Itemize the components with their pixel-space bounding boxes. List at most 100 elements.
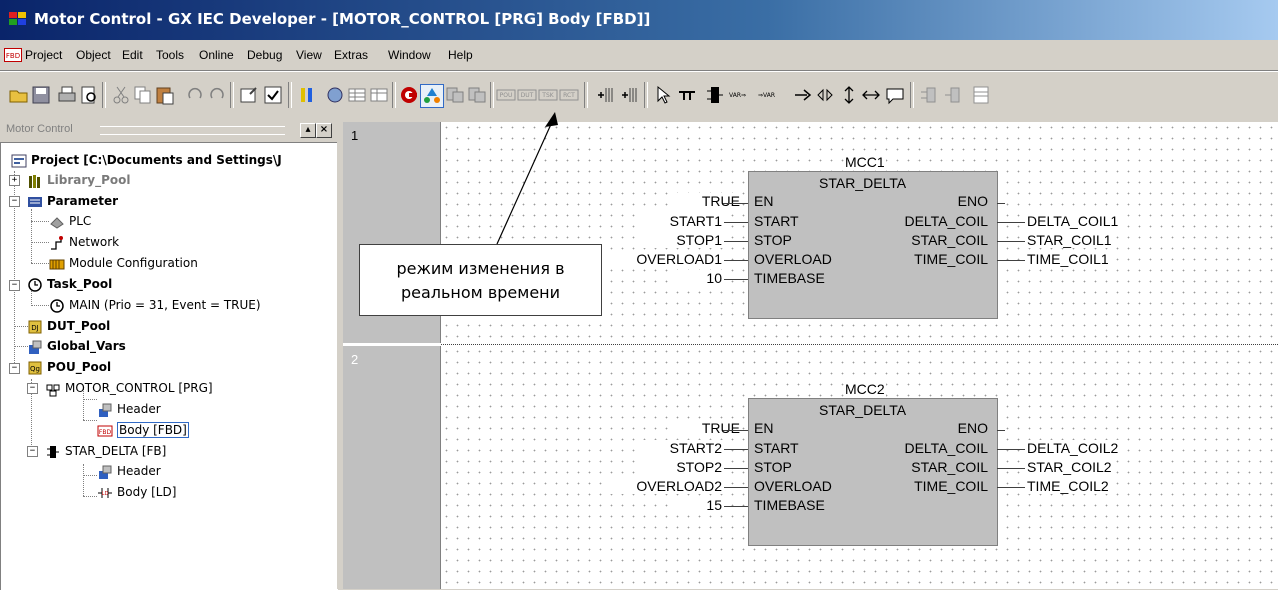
compile-icon[interactable] xyxy=(296,84,318,106)
output-pin: TIME_COIL xyxy=(914,251,988,267)
fb-instance-name[interactable]: MCC1 xyxy=(844,154,886,170)
input-variable[interactable]: START2 xyxy=(643,440,723,456)
collapse-pou-pool[interactable]: − xyxy=(9,363,20,374)
save-icon[interactable] xyxy=(30,84,52,106)
open-icon[interactable] xyxy=(8,84,30,106)
add-input-icon[interactable] xyxy=(918,84,940,106)
variable-icons[interactable]: VAR⇒ ⇒VAR xyxy=(728,84,788,106)
collapse-star-delta[interactable]: − xyxy=(27,446,38,457)
svg-text:LD: LD xyxy=(102,491,109,497)
reverse-icon[interactable] xyxy=(814,84,836,106)
input-pin: START xyxy=(754,213,799,229)
remove-input-icon[interactable] xyxy=(942,84,964,106)
input-variable[interactable]: START1 xyxy=(643,213,723,229)
undo-icon[interactable] xyxy=(184,84,206,106)
minimize-panel-button[interactable]: ▴ xyxy=(300,123,316,138)
build-icon[interactable] xyxy=(324,84,346,106)
fb-type-name: STAR_DELTA xyxy=(819,175,907,191)
window-title: Motor Control - GX IEC Developer - [MOTO… xyxy=(34,10,651,28)
output-variable[interactable]: TIME_COIL1 xyxy=(1026,251,1110,267)
horizontal-connect-icon[interactable] xyxy=(860,84,882,106)
input-variable[interactable]: STOP1 xyxy=(643,232,723,248)
ld-body-icon: LD xyxy=(98,488,112,498)
expand-library-pool[interactable]: + xyxy=(9,175,20,186)
copy-icon[interactable] xyxy=(132,84,154,106)
print-icon[interactable] xyxy=(56,84,78,106)
print-preview-icon[interactable] xyxy=(78,84,100,106)
module-icon xyxy=(49,259,65,270)
svg-text:DUT: DUT xyxy=(521,92,534,99)
paste-icon[interactable] xyxy=(154,84,176,106)
table-icon[interactable] xyxy=(346,84,368,106)
input-pin: STOP xyxy=(754,232,792,248)
menu-project[interactable]: Project xyxy=(25,48,62,62)
fbd-editor: 1 2 MCC1 STAR_DELTA TRUE EN START1 START… xyxy=(343,122,1278,589)
negate-icon[interactable] xyxy=(792,84,814,106)
input-variable[interactable]: TRUE xyxy=(673,420,741,436)
input-variable[interactable]: 15 xyxy=(673,497,723,513)
output-variable[interactable]: DELTA_COIL2 xyxy=(1026,440,1120,456)
plc-icon xyxy=(50,217,64,229)
input-variable[interactable]: 10 xyxy=(673,270,723,286)
project-icon xyxy=(11,154,27,168)
menu-view[interactable]: View xyxy=(296,48,322,62)
project-tree: Project [C:\Documents and Settings\J + L… xyxy=(0,142,338,590)
menu-debug[interactable]: Debug xyxy=(247,48,282,62)
output-variable[interactable]: TIME_COIL2 xyxy=(1026,478,1110,494)
menu-extras[interactable]: Extras xyxy=(334,48,368,62)
menu-help[interactable]: Help xyxy=(448,48,473,62)
input-pin: STOP xyxy=(754,459,792,475)
svg-text:Qg: Qg xyxy=(30,365,40,373)
output-variable[interactable]: DELTA_COIL1 xyxy=(1026,213,1120,229)
table-2-icon[interactable] xyxy=(368,84,390,106)
pou-dut-tsk-rct-icons[interactable]: POU DUT TSK RCT xyxy=(496,84,580,106)
svg-text:DJ: DJ xyxy=(31,324,38,332)
input-variable[interactable]: STOP2 xyxy=(643,459,723,475)
menu-edit[interactable]: Edit xyxy=(122,48,143,62)
cut-icon[interactable] xyxy=(110,84,132,106)
input-variable[interactable]: OVERLOAD2 xyxy=(609,478,723,494)
library-icon xyxy=(29,175,40,188)
redo-icon[interactable] xyxy=(206,84,228,106)
function-block-icon[interactable] xyxy=(704,84,726,106)
output-variable[interactable]: STAR_COIL1 xyxy=(1026,232,1113,248)
output-pin: DELTA_COIL xyxy=(904,213,988,229)
collapse-parameter[interactable]: − xyxy=(9,196,20,207)
menu-tools[interactable]: Tools xyxy=(156,48,184,62)
svg-text:RCT: RCT xyxy=(563,92,575,99)
network-gutter-2[interactable]: 2 xyxy=(343,346,441,589)
menu-window[interactable]: Window xyxy=(388,48,431,62)
comment-icon[interactable] xyxy=(884,84,906,106)
fb-instance-name[interactable]: MCC2 xyxy=(844,381,886,397)
menu-object[interactable]: Object xyxy=(76,48,111,62)
output-pin: STAR_COIL xyxy=(911,459,988,475)
input-pin: TIMEBASE xyxy=(754,497,825,513)
output-pin: TIME_COIL xyxy=(914,478,988,494)
close-panel-button[interactable]: × xyxy=(316,123,332,138)
insert-row-icon[interactable] xyxy=(594,84,616,106)
insert-column-icon[interactable] xyxy=(618,84,640,106)
online-change-icon[interactable] xyxy=(420,84,444,108)
transfer-2-icon[interactable] xyxy=(466,84,488,106)
transfer-icon[interactable] xyxy=(444,84,466,106)
line-icon[interactable] xyxy=(676,84,698,106)
check-icon[interactable] xyxy=(262,84,284,106)
collapse-motor-control[interactable]: − xyxy=(27,383,38,394)
properties-icon[interactable] xyxy=(238,84,260,106)
function-block-tree-icon xyxy=(47,446,59,458)
title-bar: Motor Control - GX IEC Developer - [MOTO… xyxy=(0,0,1278,40)
menu-online[interactable]: Online xyxy=(199,48,234,62)
fbd-document-icon[interactable]: FBD xyxy=(4,48,22,62)
svg-text:VAR⇒: VAR⇒ xyxy=(729,92,746,99)
pointer-icon[interactable] xyxy=(652,84,674,106)
collapse-task-pool[interactable]: − xyxy=(9,280,20,291)
app-icon xyxy=(9,12,26,25)
input-variable[interactable]: TRUE xyxy=(673,193,741,209)
vertical-connect-icon[interactable] xyxy=(838,84,860,106)
toolbar: POU DUT TSK RCT VAR⇒ ⇒VAR xyxy=(0,76,1278,116)
input-variable[interactable]: OVERLOAD1 xyxy=(609,251,723,267)
monitor-icon[interactable] xyxy=(398,84,420,106)
global-vars-icon xyxy=(29,340,42,354)
output-variable[interactable]: STAR_COIL2 xyxy=(1026,459,1113,475)
var-table-icon[interactable] xyxy=(970,84,992,106)
